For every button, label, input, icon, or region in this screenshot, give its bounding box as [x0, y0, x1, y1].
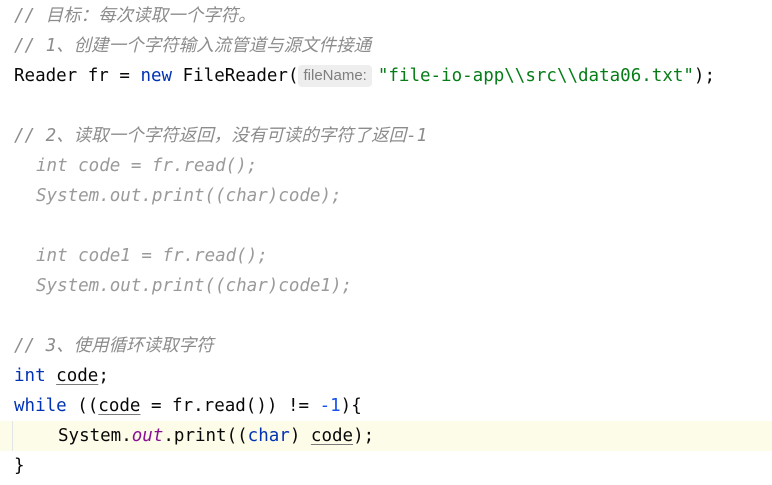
var-code: code [98, 396, 141, 416]
number-minus-one: -1 [319, 396, 341, 416]
while-close: ){ [340, 396, 362, 416]
commented-code-print: System.out.print((char)code); [36, 186, 342, 206]
commented-code-print1: System.out.print((char)code1); [36, 276, 353, 296]
var-code: code [56, 366, 99, 386]
comment-step-3: // 3、使用循环读取字符 [14, 336, 214, 356]
cast-close: ) [289, 426, 311, 446]
code-line-while: while ((code = fr.read()) != -1){ [14, 391, 362, 421]
parameter-hint-filename: fileName: [298, 65, 372, 87]
comment-step-1: // 1、创建一个字符输入流管道与源文件接通 [14, 36, 372, 56]
code-editor[interactable]: // 目标：每次读取一个字符。 // 1、创建一个字符输入流管道与源文件接通 R… [0, 0, 772, 485]
var-code: code [310, 426, 354, 446]
field-out: out [131, 426, 164, 446]
constructor-filereader: FileReader( [172, 66, 299, 86]
var-fr: fr = [77, 66, 141, 86]
while-condition: = fr.read()) != [140, 396, 320, 416]
semicolon: ; [98, 366, 109, 386]
keyword-char: char [247, 426, 290, 446]
comment-step-2: // 2、读取一个字符返回，没有可读的字符了返回-1 [14, 126, 428, 146]
indent-guide [12, 421, 13, 451]
string-path: "file-io-app\\src\\data06.txt" [377, 66, 694, 86]
commented-code-read: int code = fr.read(); [36, 156, 258, 176]
closing-brace: } [14, 456, 25, 476]
type-reader: Reader [14, 66, 78, 86]
print-call: .print(( [163, 426, 248, 446]
keyword-int: int [14, 366, 46, 386]
code-line-declare: int code; [14, 361, 109, 391]
code-line-reader: Reader fr = new FileReader(fileName: "fil… [14, 61, 715, 91]
keyword-while: while [14, 396, 67, 416]
print-end: ); [353, 426, 375, 446]
comment-goal: // 目标：每次读取一个字符。 [14, 6, 256, 26]
while-open: (( [66, 396, 99, 416]
keyword-new: new [140, 66, 173, 86]
commented-code-read1: int code1 = fr.read(); [36, 246, 268, 266]
code-line-print: System.out.print((char) code); [58, 421, 374, 451]
statement-end: ); [693, 66, 715, 86]
system-ref: System. [58, 426, 132, 446]
